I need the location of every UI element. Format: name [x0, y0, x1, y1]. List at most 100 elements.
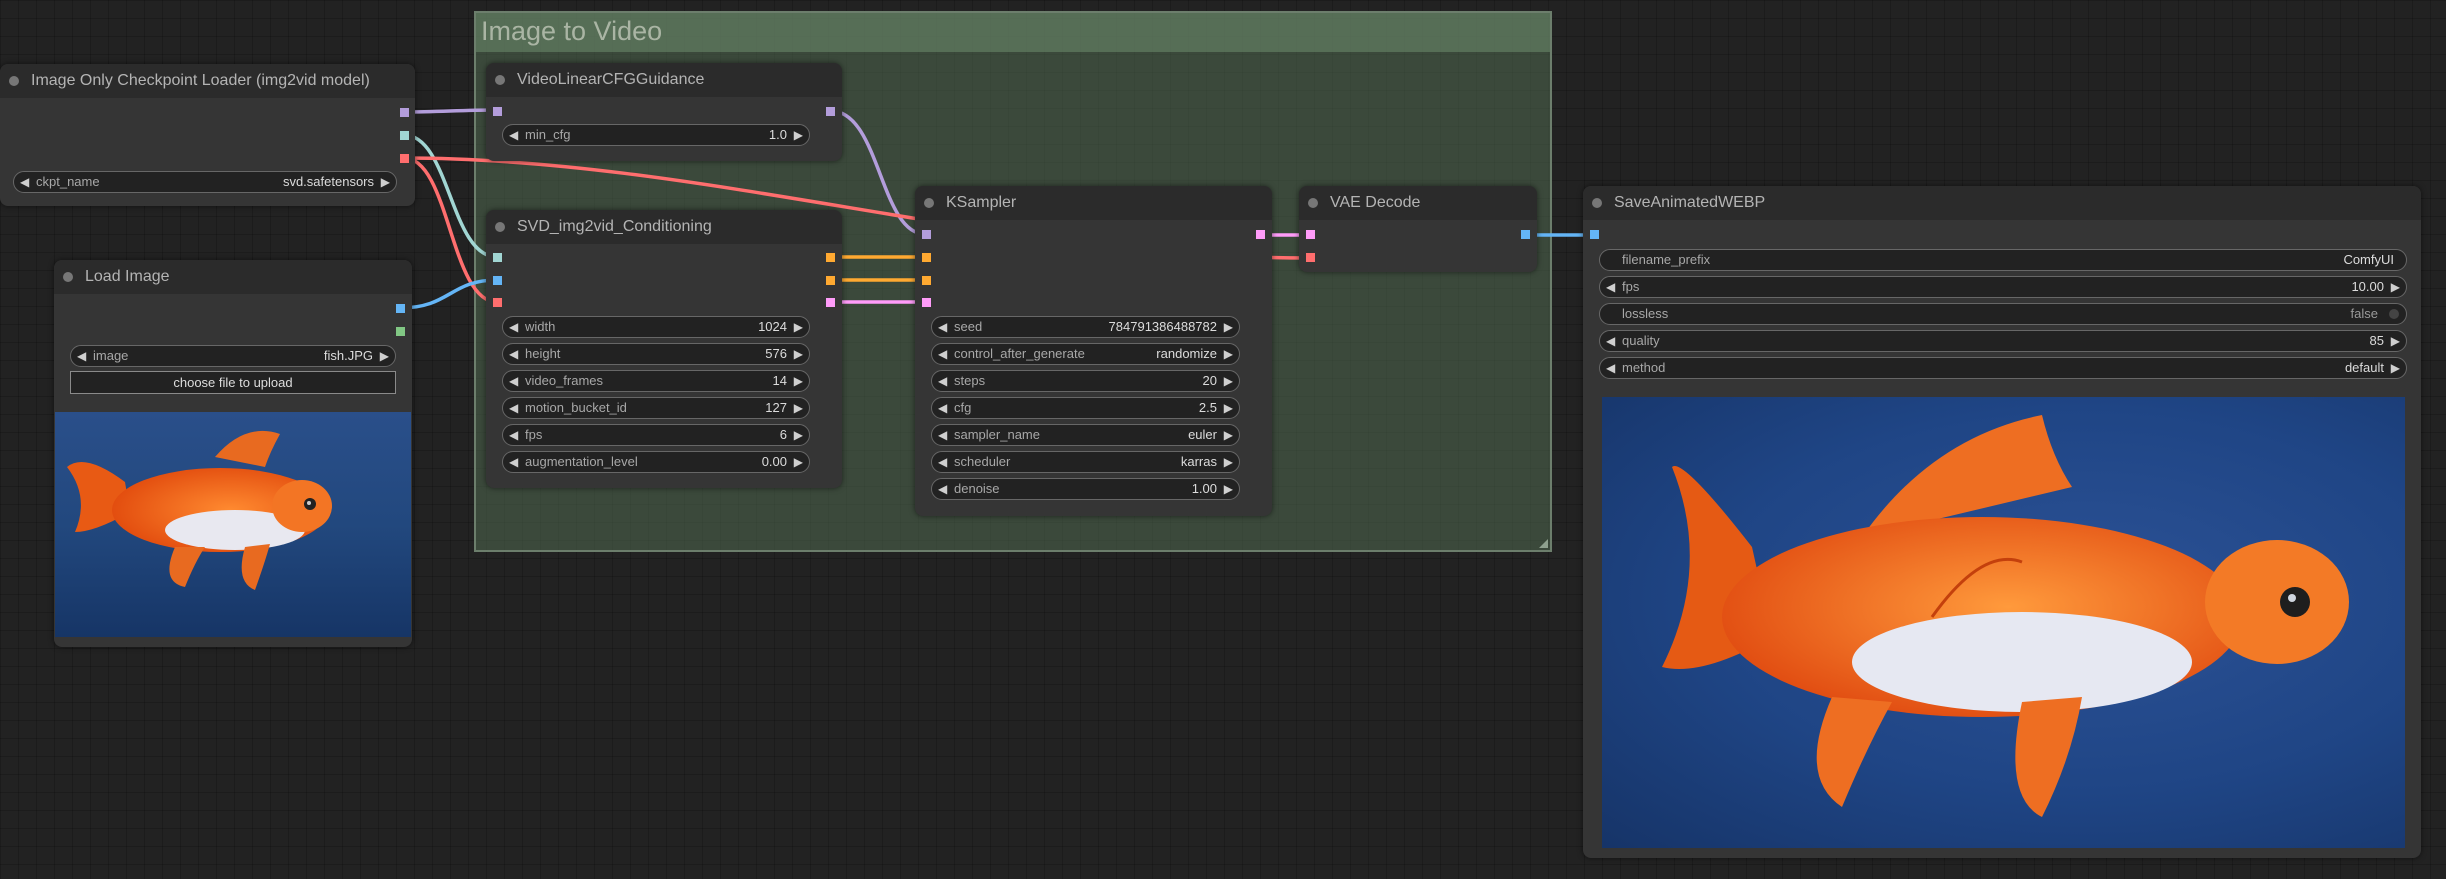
- node-ksampler[interactable]: KSampler ◀ seed 784791386488782 ▶ ◀ cont…: [915, 186, 1272, 516]
- widget-denoise[interactable]: ◀ denoise 1.00 ▶: [931, 478, 1240, 500]
- node-title-video-cfg[interactable]: VideoLinearCFGGuidance: [486, 63, 842, 97]
- input-slot-negative[interactable]: [922, 276, 931, 285]
- input-slot-clip-vision[interactable]: [493, 253, 502, 262]
- node-title-vae-decode[interactable]: VAE Decode: [1299, 186, 1537, 220]
- arrow-right-icon[interactable]: ▶: [794, 398, 803, 418]
- node-vae-decode[interactable]: VAE Decode: [1299, 186, 1537, 272]
- arrow-right-icon[interactable]: ▶: [2391, 277, 2400, 297]
- arrow-left-icon[interactable]: ◀: [938, 398, 947, 418]
- arrow-left-icon[interactable]: ◀: [509, 125, 518, 145]
- widget-motion-bucket-id[interactable]: ◀ motion_bucket_id 127 ▶: [502, 397, 810, 419]
- input-slot-model[interactable]: [922, 230, 931, 239]
- arrow-right-icon[interactable]: ▶: [2391, 331, 2400, 351]
- collapse-dot-icon[interactable]: [1308, 198, 1318, 208]
- node-video-linear-cfg-guidance[interactable]: VideoLinearCFGGuidance ◀ min_cfg 1.0 ▶: [486, 63, 842, 161]
- upload-button[interactable]: choose file to upload: [70, 371, 396, 394]
- widget-width[interactable]: ◀ width 1024 ▶: [502, 316, 810, 338]
- arrow-left-icon[interactable]: ◀: [509, 425, 518, 445]
- widget-height[interactable]: ◀ height 576 ▶: [502, 343, 810, 365]
- arrow-right-icon[interactable]: ▶: [794, 452, 803, 472]
- arrow-right-icon[interactable]: ▶: [1224, 479, 1233, 499]
- collapse-dot-icon[interactable]: [1592, 198, 1602, 208]
- arrow-left-icon[interactable]: ◀: [509, 344, 518, 364]
- output-slot-image[interactable]: [396, 304, 405, 313]
- arrow-left-icon[interactable]: ◀: [938, 344, 947, 364]
- widget-quality[interactable]: ◀ quality 85 ▶: [1599, 330, 2407, 352]
- widget-image[interactable]: ◀ image fish.JPG ▶: [70, 345, 396, 367]
- output-slot-image[interactable]: [1521, 230, 1530, 239]
- widget-scheduler[interactable]: ◀ scheduler karras ▶: [931, 451, 1240, 473]
- output-slot-vae[interactable]: [400, 154, 409, 163]
- widget-sampler-name[interactable]: ◀ sampler_name euler ▶: [931, 424, 1240, 446]
- arrow-left-icon[interactable]: ◀: [938, 425, 947, 445]
- node-load-image[interactable]: Load Image ◀ image fish.JPG ▶ choose fil…: [54, 260, 412, 647]
- widget-augmentation-level[interactable]: ◀ augmentation_level 0.00 ▶: [502, 451, 810, 473]
- widget-lossless[interactable]: lossless false: [1599, 303, 2407, 325]
- widget-steps[interactable]: ◀ steps 20 ▶: [931, 370, 1240, 392]
- widget-fps[interactable]: ◀ fps 10.00 ▶: [1599, 276, 2407, 298]
- arrow-right-icon[interactable]: ▶: [2391, 358, 2400, 378]
- output-slot-mask[interactable]: [396, 327, 405, 336]
- arrow-right-icon[interactable]: ▶: [794, 317, 803, 337]
- node-save-animated-webp[interactable]: SaveAnimatedWEBP filename_prefix ComfyUI…: [1583, 186, 2421, 858]
- arrow-left-icon[interactable]: ◀: [938, 452, 947, 472]
- input-slot-model[interactable]: [493, 107, 502, 116]
- node-title-svd-conditioning[interactable]: SVD_img2vid_Conditioning: [486, 210, 842, 244]
- collapse-dot-icon[interactable]: [924, 198, 934, 208]
- arrow-right-icon[interactable]: ▶: [1224, 398, 1233, 418]
- arrow-left-icon[interactable]: ◀: [1606, 358, 1615, 378]
- arrow-right-icon[interactable]: ▶: [794, 344, 803, 364]
- arrow-left-icon[interactable]: ◀: [938, 371, 947, 391]
- toggle-icon[interactable]: [2389, 309, 2399, 319]
- arrow-left-icon[interactable]: ◀: [1606, 331, 1615, 351]
- output-slot-model[interactable]: [826, 107, 835, 116]
- node-title-load-image[interactable]: Load Image: [54, 260, 412, 294]
- input-slot-positive[interactable]: [922, 253, 931, 262]
- widget-control-after-generate[interactable]: ◀ control_after_generate randomize ▶: [931, 343, 1240, 365]
- widget-min-cfg[interactable]: ◀ min_cfg 1.0 ▶: [502, 124, 810, 146]
- widget-video-frames[interactable]: ◀ video_frames 14 ▶: [502, 370, 810, 392]
- arrow-right-icon[interactable]: ▶: [794, 371, 803, 391]
- arrow-right-icon[interactable]: ▶: [1224, 371, 1233, 391]
- output-slot-positive[interactable]: [826, 253, 835, 262]
- input-slot-latent-image[interactable]: [922, 298, 931, 307]
- node-checkpoint-loader[interactable]: Image Only Checkpoint Loader (img2vid mo…: [0, 64, 415, 206]
- input-slot-samples[interactable]: [1306, 230, 1315, 239]
- output-slot-model[interactable]: [400, 108, 409, 117]
- collapse-dot-icon[interactable]: [495, 222, 505, 232]
- arrow-right-icon[interactable]: ▶: [380, 346, 389, 366]
- arrow-left-icon[interactable]: ◀: [509, 452, 518, 472]
- arrow-left-icon[interactable]: ◀: [20, 172, 29, 192]
- node-title-save-webp[interactable]: SaveAnimatedWEBP: [1583, 186, 2421, 220]
- arrow-left-icon[interactable]: ◀: [938, 479, 947, 499]
- arrow-left-icon[interactable]: ◀: [938, 317, 947, 337]
- arrow-right-icon[interactable]: ▶: [381, 172, 390, 192]
- widget-method[interactable]: ◀ method default ▶: [1599, 357, 2407, 379]
- input-slot-init-image[interactable]: [493, 276, 502, 285]
- arrow-right-icon[interactable]: ▶: [1224, 344, 1233, 364]
- widget-seed[interactable]: ◀ seed 784791386488782 ▶: [931, 316, 1240, 338]
- arrow-left-icon[interactable]: ◀: [509, 398, 518, 418]
- arrow-left-icon[interactable]: ◀: [77, 346, 86, 366]
- arrow-right-icon[interactable]: ▶: [794, 125, 803, 145]
- collapse-dot-icon[interactable]: [495, 75, 505, 85]
- arrow-left-icon[interactable]: ◀: [509, 371, 518, 391]
- output-slot-clip-vision[interactable]: [400, 131, 409, 140]
- arrow-right-icon[interactable]: ▶: [1224, 425, 1233, 445]
- arrow-right-icon[interactable]: ▶: [1224, 452, 1233, 472]
- output-slot-latent[interactable]: [1256, 230, 1265, 239]
- output-slot-latent[interactable]: [826, 298, 835, 307]
- arrow-right-icon[interactable]: ▶: [794, 425, 803, 445]
- node-title-ksampler[interactable]: KSampler: [915, 186, 1272, 220]
- arrow-left-icon[interactable]: ◀: [1606, 277, 1615, 297]
- node-svd-img2vid-conditioning[interactable]: SVD_img2vid_Conditioning ◀ width 1024 ▶ …: [486, 210, 842, 488]
- input-slot-vae[interactable]: [493, 298, 502, 307]
- widget-cfg[interactable]: ◀ cfg 2.5 ▶: [931, 397, 1240, 419]
- collapse-dot-icon[interactable]: [63, 272, 73, 282]
- node-title-checkpoint-loader[interactable]: Image Only Checkpoint Loader (img2vid mo…: [0, 64, 415, 98]
- widget-fps[interactable]: ◀ fps 6 ▶: [502, 424, 810, 446]
- widget-ckpt-name[interactable]: ◀ ckpt_name svd.safetensors ▶: [13, 171, 397, 193]
- widget-filename-prefix[interactable]: filename_prefix ComfyUI: [1599, 249, 2407, 271]
- arrow-right-icon[interactable]: ▶: [1224, 317, 1233, 337]
- output-slot-negative[interactable]: [826, 276, 835, 285]
